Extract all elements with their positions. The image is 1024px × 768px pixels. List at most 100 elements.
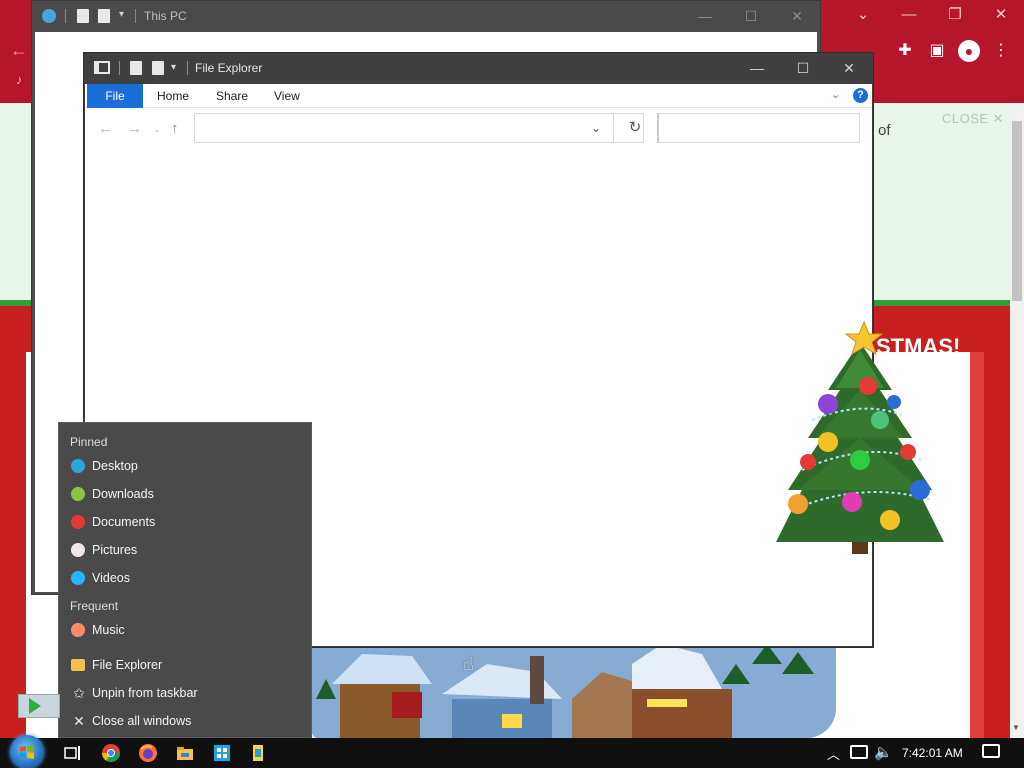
more-menu-icon[interactable]: ⋮ <box>990 40 1012 62</box>
jump-action-label: File Explorer <box>92 658 163 672</box>
firefox-icon[interactable] <box>138 743 158 763</box>
pinned-item-label: Documents <box>92 515 156 529</box>
christmas-village-image <box>312 644 836 738</box>
close-icon: ✕ <box>73 713 85 729</box>
christmas-tree-image <box>776 320 944 554</box>
frequent-item-label: Music <box>92 623 125 637</box>
jump-action-close-all[interactable]: ✕ Close all windows <box>69 708 303 734</box>
address-bar[interactable]: ⌄ ↻ <box>194 113 644 143</box>
jump-action-label: Close all windows <box>92 714 192 728</box>
this-pc-title: This PC <box>144 9 187 23</box>
pinned-header: Pinned <box>70 435 108 449</box>
this-pc-minimize-button[interactable]: — <box>682 1 728 31</box>
page-scrollbar[interactable]: ▼ <box>1010 103 1024 738</box>
tab-view[interactable]: View <box>260 84 314 108</box>
recent-locations-icon[interactable]: ⌄ <box>153 124 161 135</box>
pictures-icon <box>71 543 85 557</box>
page-frame-edge <box>970 352 984 738</box>
taskbar: ︿ 🔈 7:42:01 AM <box>0 735 1024 768</box>
this-pc-titlebar[interactable]: ▾ This PC — ☐ ✕ <box>32 1 820 32</box>
pinned-item-label: Videos <box>92 571 130 585</box>
file-explorer-minimize-button[interactable]: — <box>734 53 780 83</box>
back-arrow-icon[interactable]: ← <box>10 40 28 61</box>
pinned-item-label: Desktop <box>92 459 138 473</box>
bookmark-icon[interactable]: ♪ <box>16 72 23 87</box>
show-hidden-icons-icon[interactable]: ︿ <box>827 744 840 763</box>
separator <box>65 9 66 23</box>
properties-icon[interactable] <box>130 61 142 75</box>
jump-action-file-explorer[interactable]: File Explorer <box>69 652 303 678</box>
folder-icon <box>71 659 85 671</box>
pinned-item-videos[interactable]: Videos <box>69 565 303 591</box>
file-explorer-title: File Explorer <box>195 61 263 75</box>
taskbar-clock[interactable]: 7:42:01 AM <box>902 746 963 760</box>
app-icon-blue[interactable] <box>212 743 232 763</box>
tab-share[interactable]: Share <box>202 84 262 108</box>
this-pc-icon <box>42 9 56 23</box>
this-pc-maximize-button[interactable]: ☐ <box>728 1 774 31</box>
frequent-item-music[interactable]: Music <box>69 617 303 643</box>
scroll-down-icon[interactable]: ▼ <box>1012 723 1020 732</box>
frequent-header: Frequent <box>70 599 119 613</box>
customize-toolbar-icon[interactable]: ▾ <box>171 62 176 73</box>
properties-icon[interactable] <box>77 9 89 23</box>
taskbar-jump-list: Pinned Desktop Downloads Documents Pictu… <box>58 422 312 738</box>
search-input[interactable] <box>657 113 860 143</box>
browser-minimize-button[interactable]: — <box>886 0 932 30</box>
file-explorer-app-icon <box>94 61 110 74</box>
chrome-icon[interactable] <box>101 743 121 763</box>
task-view-icon[interactable] <box>62 743 82 763</box>
file-explorer-close-button[interactable]: ✕ <box>826 53 872 83</box>
pinned-item-label: Pictures <box>92 543 138 557</box>
separator <box>135 9 136 23</box>
customize-toolbar-icon[interactable]: ▾ <box>119 9 124 20</box>
volume-icon[interactable]: 🔈 <box>874 743 893 761</box>
expand-ribbon-icon[interactable]: ⌄ <box>831 88 840 101</box>
page-close-link[interactable]: CLOSE ✕ <box>942 111 1004 127</box>
tab-file[interactable]: File <box>87 84 143 108</box>
ribbon-tabs: File Home Share View ⌄ ? <box>85 84 872 108</box>
forward-arrow-icon[interactable]: → <box>127 120 142 137</box>
pinned-item-desktop[interactable]: Desktop <box>69 453 303 479</box>
profile-avatar-icon[interactable]: ● <box>958 40 980 62</box>
browser-restore-button[interactable]: ❐ <box>932 0 978 30</box>
pinned-item-label: Downloads <box>92 487 154 501</box>
app-icon-yellow[interactable] <box>248 743 268 763</box>
separator <box>187 61 188 75</box>
jump-action-unpin[interactable]: ✩ Unpin from taskbar <box>69 680 303 706</box>
file-explorer-icon[interactable] <box>175 743 195 763</box>
extensions-icon[interactable]: ✚ <box>894 40 916 62</box>
downloads-icon <box>71 487 85 501</box>
unpin-icon: ✩ <box>73 685 85 701</box>
file-explorer-maximize-button[interactable]: ☐ <box>780 53 826 83</box>
music-icon <box>71 623 85 637</box>
action-center-icon[interactable] <box>982 744 1000 758</box>
media-player-tab[interactable] <box>18 694 60 718</box>
back-arrow-icon[interactable]: ← <box>98 120 113 137</box>
network-icon[interactable] <box>850 745 868 759</box>
new-folder-icon[interactable] <box>152 61 164 75</box>
new-folder-icon[interactable] <box>98 9 110 23</box>
up-arrow-icon[interactable]: ↑ <box>171 120 179 137</box>
tab-home[interactable]: Home <box>143 84 203 108</box>
documents-icon <box>71 515 85 529</box>
address-dropdown-icon[interactable]: ⌄ <box>591 121 601 135</box>
separator <box>119 61 120 75</box>
pinned-item-documents[interactable]: Documents <box>69 509 303 535</box>
videos-icon <box>71 571 85 585</box>
start-button[interactable] <box>10 735 44 768</box>
file-explorer-titlebar[interactable]: ▾ File Explorer — ☐ ✕ <box>84 53 873 84</box>
pinned-item-pictures[interactable]: Pictures <box>69 537 303 563</box>
windows-logo-icon <box>20 745 34 759</box>
page-text-fragment: of <box>878 122 891 139</box>
separator <box>613 114 614 142</box>
jump-action-label: Unpin from taskbar <box>92 686 198 700</box>
side-panel-icon[interactable]: ▣ <box>926 40 948 62</box>
pinned-item-downloads[interactable]: Downloads <box>69 481 303 507</box>
browser-close-button[interactable]: ✕ <box>978 0 1024 30</box>
chevron-down-icon[interactable]: ⌄ <box>840 0 886 30</box>
refresh-icon[interactable]: ↻ <box>620 118 650 138</box>
this-pc-close-button[interactable]: ✕ <box>774 1 820 31</box>
help-icon[interactable]: ? <box>853 88 868 103</box>
scrollbar-thumb[interactable] <box>1012 121 1022 301</box>
